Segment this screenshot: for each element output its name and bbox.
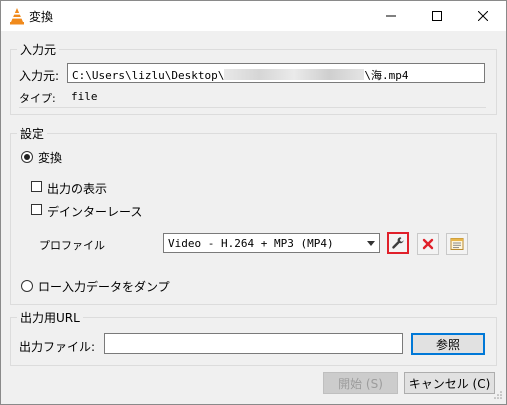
dump-raw-label[interactable]: ロー入力データをダンプ — [38, 278, 170, 295]
profile-value: Video - H.264 + MP3 (MP4) — [168, 237, 334, 250]
cancel-button[interactable]: キャンセル (C) — [404, 372, 495, 394]
edit-profile-button[interactable] — [387, 232, 409, 254]
new-profile-button[interactable] — [446, 233, 468, 255]
source-path-prefix: C:\Users\lizlu\Desktop\ — [72, 69, 225, 82]
type-label: タイプ: — [19, 92, 56, 105]
show-output-label[interactable]: 出力の表示 — [47, 180, 107, 197]
close-button[interactable] — [460, 1, 506, 31]
source-divider — [19, 107, 486, 108]
browse-button[interactable]: 参照 — [411, 333, 485, 355]
deinterlace-checkbox[interactable] — [31, 204, 42, 215]
title-bar: 変換 — [1, 1, 506, 31]
delete-x-icon — [422, 238, 434, 250]
new-profile-icon — [450, 238, 464, 250]
delete-profile-button[interactable] — [417, 233, 439, 255]
chevron-down-icon — [367, 241, 375, 246]
type-value: file — [71, 90, 98, 103]
source-path-suffix: \海.mp4 — [364, 69, 409, 82]
output-file-field[interactable] — [104, 333, 403, 354]
source-label: 入力元: — [19, 69, 60, 83]
wrench-icon — [392, 237, 404, 249]
convert-label[interactable]: 変換 — [38, 149, 62, 166]
source-path-field[interactable]: C:\Users\lizlu\Desktop\ \海.mp4 — [67, 63, 485, 83]
deinterlace-label[interactable]: デインターレース — [47, 203, 142, 220]
minimize-button[interactable] — [368, 1, 414, 31]
start-button[interactable]: 開始 (S) — [323, 372, 398, 394]
window-title: 変換 — [29, 10, 54, 24]
maximize-button[interactable] — [414, 1, 460, 31]
output-legend: 出力用URL — [17, 309, 83, 326]
redacted-path-segment — [224, 69, 365, 80]
source-legend: 入力元 — [17, 41, 60, 58]
convert-dialog: 変換 入力元 入力元: C:\Users\lizlu\Desktop\ \海.mp… — [0, 0, 507, 405]
resize-grip-icon[interactable] — [493, 390, 503, 400]
output-file-label: 出力ファイル: — [19, 340, 96, 354]
profile-label: プロファイル — [39, 239, 105, 252]
dump-raw-radio[interactable] — [21, 280, 33, 292]
profile-select[interactable]: Video - H.264 + MP3 (MP4) — [163, 233, 380, 253]
settings-legend: 設定 — [17, 125, 48, 142]
show-output-checkbox[interactable] — [31, 181, 42, 192]
convert-radio[interactable] — [21, 151, 33, 163]
vlc-cone-icon — [8, 7, 26, 25]
